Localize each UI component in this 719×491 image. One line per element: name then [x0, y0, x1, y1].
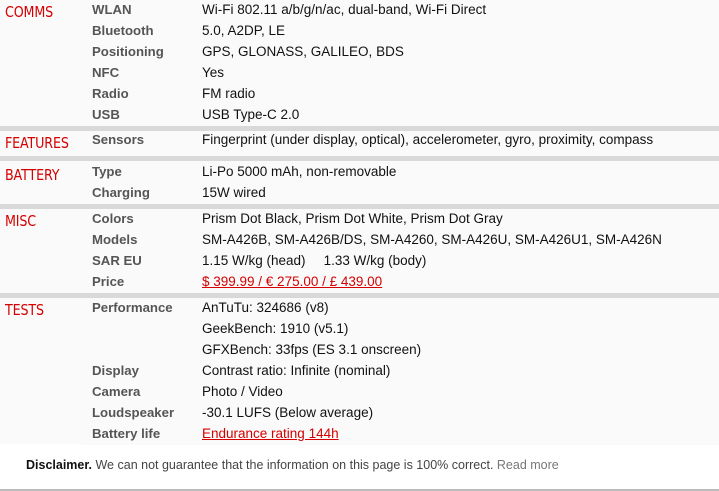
spec-value: Li-Po 5000 mAh, non-removable	[202, 164, 397, 179]
spec-value: $ 399.99 / € 275.00 / £ 439.00	[202, 274, 382, 289]
spec-label[interactable]: Sensors	[92, 132, 144, 147]
section-title[interactable]: COMMS	[5, 3, 53, 21]
spec-label[interactable]: Price	[92, 274, 124, 289]
spec-row-type: Type Li-Po 5000 mAh, non-removable	[82, 161, 719, 183]
spec-row-camera: Camera Photo / Video	[82, 382, 719, 403]
spec-value: Wi-Fi 802.11 a/b/g/n/ac, dual-band, Wi-F…	[202, 2, 487, 17]
spec-row-loudspeaker: Loudspeaker -30.1 LUFS (Below average)	[82, 403, 719, 424]
spec-row-nfc: NFC Yes	[82, 63, 719, 84]
section-header: BATTERY	[0, 161, 82, 204]
spec-label[interactable]: SAR EU	[92, 253, 142, 268]
price-link[interactable]: $ 399.99 / € 275.00 / £ 439.00	[202, 274, 382, 289]
section-title[interactable]: BATTERY	[5, 166, 60, 184]
section-title[interactable]: FEATURES	[5, 134, 69, 152]
spec-row-geekbench: GeekBench: 1910 (v5.1)	[82, 319, 719, 340]
spec-label[interactable]: Loudspeaker	[92, 405, 174, 420]
spec-label[interactable]: Positioning	[92, 44, 164, 59]
section-features: FEATURES Sensors Fingerprint (under disp…	[0, 131, 719, 156]
section-rows: WLAN Wi-Fi 802.11 a/b/g/n/ac, dual-band,…	[82, 0, 719, 126]
section-header: COMMS	[0, 0, 82, 126]
spec-row-bluetooth: Bluetooth 5.0, A2DP, LE	[82, 21, 719, 42]
spec-value: GPS, GLONASS, GALILEO, BDS	[202, 44, 404, 59]
spec-value: Yes	[202, 65, 225, 80]
section-rows: Performance AnTuTu: 324686 (v8) GeekBenc…	[82, 298, 719, 445]
disclaimer: Disclaimer. We can not guarantee that th…	[0, 446, 719, 491]
sar-body-value: 1.33 W/kg (body)	[323, 253, 427, 268]
spec-row-battery-life: Battery life Endurance rating 144h	[82, 424, 719, 445]
spec-value: GeekBench: 1910 (v5.1)	[202, 321, 349, 336]
endurance-rating-link[interactable]: Endurance rating 144h	[202, 426, 339, 441]
spec-row-colors: Colors Prism Dot Black, Prism Dot White,…	[82, 209, 719, 230]
spec-label[interactable]: NFC	[92, 65, 119, 80]
section-tests: TESTS Performance AnTuTu: 324686 (v8) Ge…	[0, 298, 719, 445]
section-rows: Sensors Fingerprint (under display, opti…	[82, 131, 719, 156]
spec-row-price: Price $ 399.99 / € 275.00 / £ 439.00	[82, 272, 719, 293]
disclaimer-body: We can not guarantee that the informatio…	[92, 458, 497, 472]
section-title[interactable]: TESTS	[5, 301, 44, 319]
spec-value: Prism Dot Black, Prism Dot White, Prism …	[202, 211, 503, 226]
spec-value: SM-A426B, SM-A426B/DS, SM-A4260, SM-A426…	[202, 232, 662, 247]
spec-row-charging: Charging 15W wired	[82, 183, 719, 204]
spec-label[interactable]: WLAN	[92, 2, 132, 17]
spec-label[interactable]: Radio	[92, 86, 129, 101]
spec-label[interactable]: Display	[92, 363, 139, 378]
spec-label[interactable]: Type	[92, 164, 122, 179]
spec-label[interactable]: Models	[92, 232, 137, 247]
spec-row-models: Models SM-A426B, SM-A426B/DS, SM-A4260, …	[82, 230, 719, 251]
spec-row-sar-eu: SAR EU 1.15 W/kg (head) 1.33 W/kg (body)	[82, 251, 719, 272]
spec-value: USB Type-C 2.0	[202, 107, 300, 122]
spec-label[interactable]: USB	[92, 107, 120, 122]
section-header: MISC	[0, 209, 82, 293]
section-comms: COMMS WLAN Wi-Fi 802.11 a/b/g/n/ac, dual…	[0, 0, 719, 126]
section-title[interactable]: MISC	[5, 212, 36, 230]
section-header: FEATURES	[0, 131, 82, 156]
spec-label[interactable]: Performance	[92, 300, 173, 315]
spec-value: -30.1 LUFS (Below average)	[202, 405, 374, 420]
spec-value: Contrast ratio: Infinite (nominal)	[202, 363, 391, 378]
spec-label[interactable]: Camera	[92, 384, 140, 399]
spec-value: AnTuTu: 324686 (v8)	[202, 300, 329, 315]
spec-row-performance: Performance AnTuTu: 324686 (v8)	[82, 298, 719, 319]
disclaimer-bold: Disclaimer.	[26, 458, 93, 472]
section-battery: BATTERY Type Li-Po 5000 mAh, non-removab…	[0, 161, 719, 204]
read-more-link[interactable]: Read more	[497, 458, 559, 472]
section-header: TESTS	[0, 298, 82, 444]
spec-row-radio: Radio FM radio	[82, 84, 719, 105]
spec-label[interactable]: Colors	[92, 211, 134, 226]
spec-value: 1.15 W/kg (head) 1.33 W/kg (body)	[202, 253, 426, 268]
spec-row-display: Display Contrast ratio: Infinite (nomina…	[82, 361, 719, 382]
disclaimer-text: Disclaimer. We can not guarantee that th…	[26, 458, 559, 472]
spec-value: FM radio	[202, 86, 256, 101]
spec-value: 15W wired	[202, 185, 266, 200]
spec-row-sensors: Sensors Fingerprint (under display, opti…	[82, 131, 719, 156]
section-rows: Colors Prism Dot Black, Prism Dot White,…	[82, 209, 719, 293]
spec-value: Photo / Video	[202, 384, 283, 399]
spec-row-wlan: WLAN Wi-Fi 802.11 a/b/g/n/ac, dual-band,…	[82, 0, 719, 21]
sar-head-value: 1.15 W/kg (head)	[202, 253, 306, 268]
spec-row-gfxbench: GFXBench: 33fps (ES 3.1 onscreen)	[82, 340, 719, 361]
spec-value: GFXBench: 33fps (ES 3.1 onscreen)	[202, 342, 422, 357]
spec-label[interactable]: Bluetooth	[92, 23, 154, 38]
spec-value: 5.0, A2DP, LE	[202, 23, 286, 38]
spec-label[interactable]: Battery life	[92, 426, 160, 441]
section-misc: MISC Colors Prism Dot Black, Prism Dot W…	[0, 209, 719, 293]
section-rows: Type Li-Po 5000 mAh, non-removable Charg…	[82, 161, 719, 204]
spec-value: Endurance rating 144h	[202, 426, 339, 441]
spec-value: Fingerprint (under display, optical), ac…	[202, 132, 654, 147]
specs-table: COMMS WLAN Wi-Fi 802.11 a/b/g/n/ac, dual…	[0, 0, 719, 446]
spec-row-positioning: Positioning GPS, GLONASS, GALILEO, BDS	[82, 42, 719, 63]
spec-label[interactable]: Charging	[92, 185, 150, 200]
spec-row-usb: USB USB Type-C 2.0	[82, 105, 719, 126]
